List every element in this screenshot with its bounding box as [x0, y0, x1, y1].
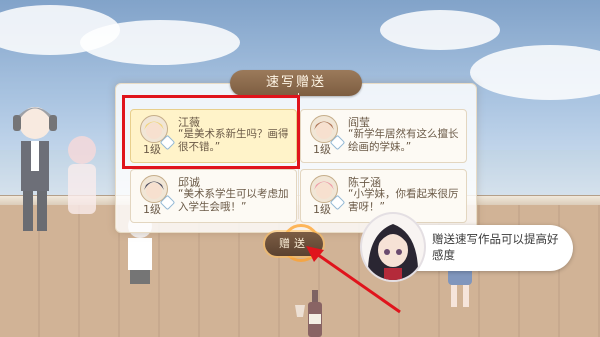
affection-level: 1级 [313, 143, 331, 156]
character-quote: “美术系学生可以考虑加入学生会哦！” [178, 188, 289, 213]
character-quote: “小学妹，你看起来很厉害呀！” [348, 188, 459, 213]
character-card[interactable]: 1级 阎莹 “新学年居然有这么擅长绘画的学妹。” [300, 109, 467, 163]
affection-level: 1级 [143, 203, 161, 216]
character-quote: “新学年居然有这么擅长绘画的学妹。” [348, 128, 459, 153]
hint-text: 赠送速写作品可以提高好感度 [432, 232, 559, 262]
affection-level: 1级 [313, 203, 331, 216]
dialog-title: 速写赠送 [230, 70, 362, 96]
guide-girl-portrait-icon [360, 212, 426, 282]
highlight-box [122, 95, 300, 169]
character-card[interactable]: 1级 邱诚 “美术系学生可以考虑加入学生会哦！” [130, 169, 297, 223]
